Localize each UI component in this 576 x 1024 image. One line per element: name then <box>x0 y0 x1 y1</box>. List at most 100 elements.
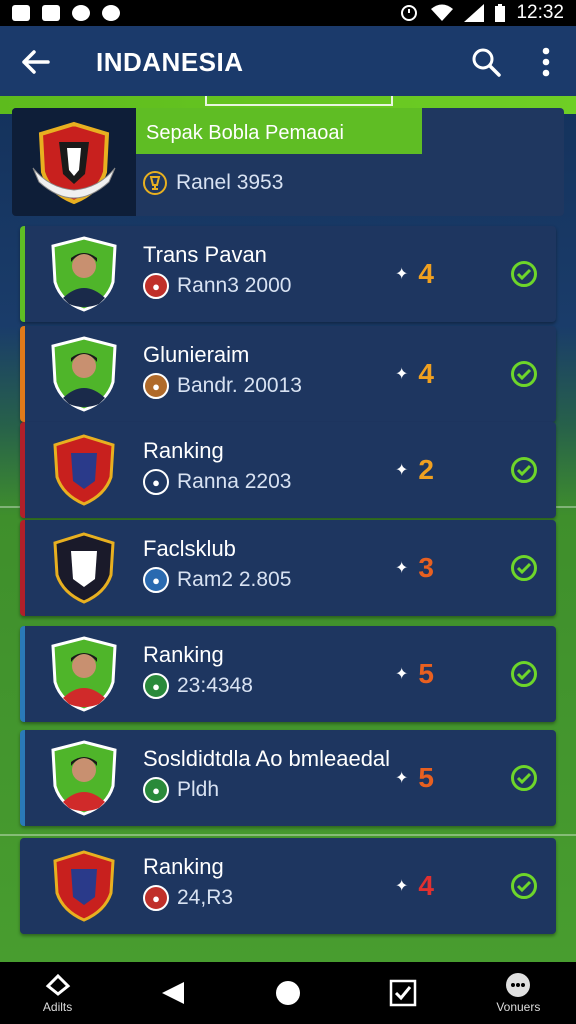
player-score-value: 3 <box>418 552 434 583</box>
arrow-left-icon <box>22 50 50 74</box>
player-photo-icon <box>51 740 117 816</box>
player-rank: ● Bandr. 20013 <box>143 372 302 400</box>
status-bar: 12:32 <box>0 0 576 26</box>
player-row[interactable]: Ranking ● 24,R3 ✦ 4 <box>20 838 556 934</box>
player-row[interactable]: Ranking ● 23:4348 ✦ 5 <box>20 626 556 722</box>
alert-icon <box>102 5 120 21</box>
player-rank: ● Ram2 2.805 <box>143 566 291 594</box>
player-rank-text: 23:4348 <box>177 674 253 697</box>
player-name: Glunieraim <box>143 342 250 367</box>
more-options-button[interactable] <box>516 26 576 98</box>
verified-check-button[interactable] <box>511 261 537 287</box>
player-row[interactable]: Glunieraim ● Bandr. 20013 ✦ 4 <box>20 326 556 422</box>
search-button[interactable] <box>456 26 516 98</box>
check-square-icon <box>389 979 417 1007</box>
player-score: ✦ 4 <box>395 358 434 390</box>
player-avatar <box>47 846 121 926</box>
verified-check-button[interactable] <box>511 555 537 581</box>
player-row[interactable]: Faclsklub ● Ram2 2.805 ✦ 3 <box>20 520 556 616</box>
player-rank-text: Bandr. 20013 <box>177 374 302 397</box>
team-rank: Ranel 3953 <box>142 166 283 200</box>
check-icon <box>516 668 532 681</box>
verified-check-button[interactable] <box>511 457 537 483</box>
player-score-value: 5 <box>418 658 434 689</box>
rank-badge-icon: ● <box>143 673 169 699</box>
player-name: Faclsklub <box>143 536 236 561</box>
page-title: INDANESIA <box>96 46 244 77</box>
gallery-icon <box>42 5 60 21</box>
player-score-value: 4 <box>418 258 434 289</box>
verified-check-button[interactable] <box>511 661 537 687</box>
notification-icon <box>12 5 30 21</box>
nav-back-button[interactable] <box>125 962 221 1024</box>
player-score: ✦ 5 <box>395 762 434 794</box>
player-avatar <box>47 528 121 608</box>
back-button[interactable] <box>0 26 72 98</box>
player-row[interactable]: Trans Pavan ● Rann3 2000 ✦ 4 <box>20 226 556 322</box>
team-header-card[interactable]: Sepak Bobla Pemaoai Ranel 3953 <box>12 108 564 216</box>
score-arrow-icon: ✦ <box>395 266 409 283</box>
player-photo-icon <box>51 236 117 312</box>
player-score-value: 2 <box>418 454 434 485</box>
score-arrow-icon: ✦ <box>395 770 409 787</box>
rank-badge-icon: ● <box>143 885 169 911</box>
alarm-icon <box>401 5 418 21</box>
player-score: ✦ 2 <box>395 454 434 486</box>
home-circle-icon <box>275 981 300 1005</box>
nav-left-item[interactable]: Adilts <box>10 962 106 1024</box>
player-rank: ● 23:4348 <box>143 672 253 700</box>
score-arrow-icon: ✦ <box>395 878 409 895</box>
player-row[interactable]: Ranking ● Ranna 2203 ✦ 2 <box>20 422 556 518</box>
score-arrow-icon: ✦ <box>395 560 409 577</box>
player-rank-text: Ranna 2203 <box>177 470 292 493</box>
chat-bubble-icon <box>506 973 531 997</box>
player-rank-text: 24,R3 <box>177 886 234 909</box>
check-icon <box>516 268 532 281</box>
nav-right-label: Vonuers <box>496 1000 541 1014</box>
nav-left-icon <box>45 973 70 996</box>
player-score: ✦ 5 <box>395 658 434 690</box>
check-icon <box>516 880 532 893</box>
rank-badge-icon: ● <box>143 469 169 495</box>
player-name: Ranking <box>143 438 224 463</box>
nav-right-item[interactable]: Vonuers <box>470 962 566 1024</box>
score-arrow-icon: ✦ <box>395 462 409 479</box>
more-vertical-icon <box>542 47 550 77</box>
circle-app-icon <box>72 5 90 21</box>
trophy-icon <box>143 171 167 195</box>
verified-check-button[interactable] <box>511 361 537 387</box>
rank-badge-icon: ● <box>143 373 169 399</box>
player-photo-icon <box>51 336 117 412</box>
triangle-back-icon <box>161 982 184 1004</box>
app-bar: INDANESIA <box>0 26 576 98</box>
player-score-value: 4 <box>418 870 434 901</box>
pitch-line <box>0 834 576 836</box>
player-score: ✦ 4 <box>395 258 434 290</box>
check-icon <box>516 772 532 785</box>
status-time: 12:32 <box>516 2 564 23</box>
player-rank: ● 24,R3 <box>143 884 233 912</box>
verified-check-button[interactable] <box>511 873 537 899</box>
verified-check-button[interactable] <box>511 765 537 791</box>
player-score: ✦ 3 <box>395 552 434 584</box>
nav-home-button[interactable] <box>240 962 336 1024</box>
signal-icon <box>464 4 485 22</box>
player-name: Sosldidtdla Ao bmleaedal <box>143 746 391 771</box>
player-rank: ● Ranna 2203 <box>143 468 291 496</box>
navigation-bar: Adilts Vonuers <box>0 962 576 1024</box>
check-icon <box>516 562 532 575</box>
player-avatar <box>47 634 121 714</box>
player-rank-text: Ram2 2.805 <box>177 568 292 591</box>
player-row[interactable]: Sosldidtdla Ao bmleaedal ● Pldh ✦ 5 <box>20 730 556 826</box>
player-score: ✦ 4 <box>395 870 434 902</box>
rank-badge-icon: ● <box>143 777 169 803</box>
player-name: Ranking <box>143 854 224 879</box>
player-avatar <box>47 738 121 818</box>
player-name: Trans Pavan <box>143 242 267 267</box>
nav-recents-button[interactable] <box>355 962 451 1024</box>
team-crest-icon <box>32 121 116 205</box>
player-avatar <box>47 430 121 510</box>
check-icon <box>516 368 532 381</box>
rank-badge-icon: ● <box>143 567 169 593</box>
player-rank-text: Rann3 2000 <box>177 274 292 297</box>
